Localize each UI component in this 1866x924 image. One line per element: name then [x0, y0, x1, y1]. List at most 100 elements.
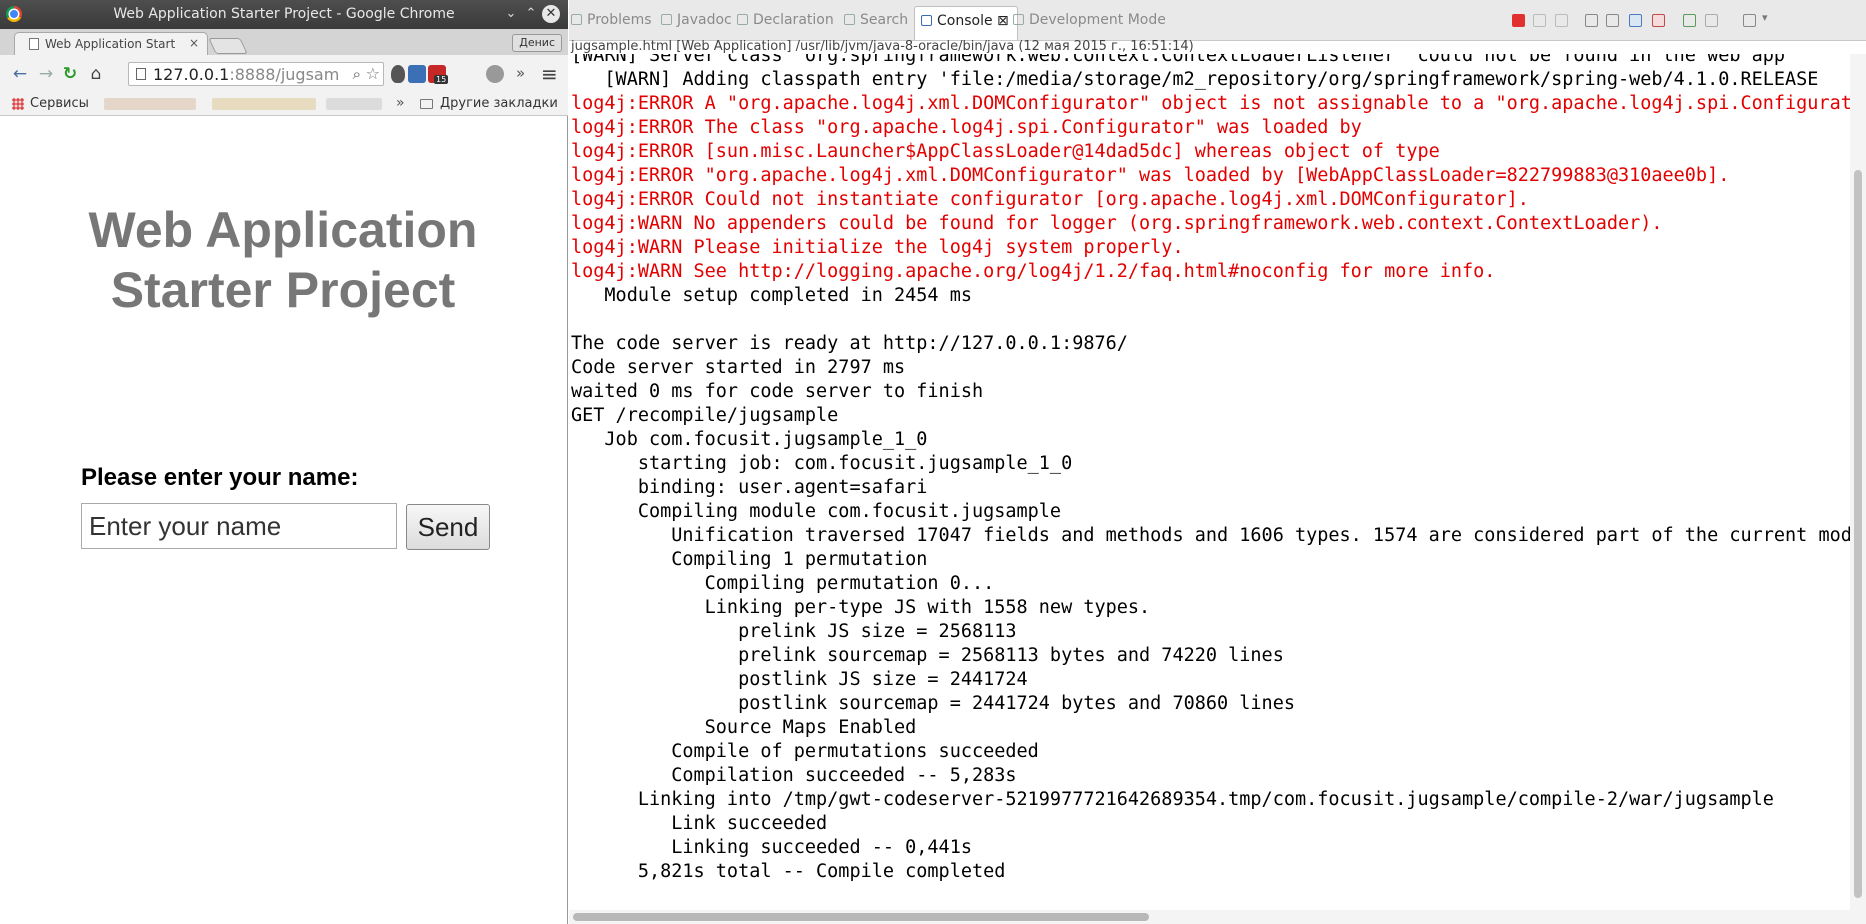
browser-window: Web Application Starter Project - Google… — [0, 0, 568, 924]
minimize-icon[interactable]: ⌄ — [502, 5, 520, 23]
tab-label: Console ⊠ — [937, 13, 1009, 29]
tab-search[interactable]: Search — [844, 12, 908, 28]
browser-tabbar: Web Application Start × Денис — [0, 29, 568, 56]
folder-icon — [420, 99, 433, 109]
chevron-down-icon[interactable]: ▾ — [1762, 11, 1768, 24]
extension-blue-icon[interactable] — [408, 65, 426, 83]
console-icon — [921, 15, 932, 26]
horizontal-scrollbar[interactable] — [569, 910, 1866, 924]
extensions-overflow-icon[interactable]: » — [516, 64, 525, 82]
reload-icon[interactable]: ↻ — [60, 64, 80, 84]
console-error-line: log4j:WARN No appenders could be found f… — [571, 213, 1663, 234]
console-line: 5,821s total -- Compile completed — [571, 861, 1006, 882]
development-mode-icon — [1013, 14, 1024, 25]
console-line: Compiling module com.focusit.jugsample — [571, 501, 1062, 522]
console-error-line: log4j:ERROR Could not instantiate config… — [571, 189, 1529, 210]
tab-declaration[interactable]: Declaration — [737, 12, 834, 28]
console-line: binding: user.agent=safari — [571, 477, 928, 498]
declaration-icon — [737, 14, 748, 25]
page-icon — [136, 68, 146, 80]
console-line: Unification traversed 17047 fields and m… — [571, 525, 1850, 546]
extension-globe-icon[interactable] — [486, 65, 504, 83]
show-on-stdout-icon[interactable] — [1629, 14, 1642, 27]
console-line: postlink JS size = 2441724 — [571, 669, 1028, 690]
window-title: Web Application Starter Project - Google… — [113, 6, 455, 22]
name-prompt-label: Please enter your name: — [81, 464, 359, 491]
maximize-icon[interactable]: ⌃ — [522, 5, 540, 23]
terminate-icon[interactable] — [1512, 14, 1525, 27]
horizontal-scrollbar-thumb[interactable] — [573, 913, 1149, 921]
console-error-line: log4j:WARN Please initialize the log4j s… — [571, 237, 1184, 258]
console-output-area[interactable]: [WARN] Server class 'org.springframework… — [569, 54, 1850, 910]
eclipse-console-view: Problems Javadoc Declaration Search Cons… — [569, 0, 1866, 924]
extension-red-icon[interactable]: 15 — [428, 65, 449, 84]
tab-close-icon[interactable]: × — [189, 36, 199, 50]
web-page: Web Application Starter Project Please e… — [0, 116, 566, 924]
forward-icon[interactable]: → — [36, 64, 56, 84]
remove-launch-icon[interactable] — [1533, 14, 1546, 27]
back-icon[interactable]: ← — [10, 64, 30, 84]
remove-all-terminated-icon[interactable] — [1555, 14, 1568, 27]
other-bookmarks[interactable]: Другие закладки — [440, 96, 558, 111]
console-line: Link succeeded — [571, 813, 828, 834]
tab-label: Problems — [587, 12, 652, 28]
scroll-lock-icon[interactable] — [1606, 14, 1619, 27]
extension-evernote-icon[interactable] — [391, 65, 405, 83]
apps-grid-icon[interactable] — [12, 98, 24, 110]
menu-icon[interactable]: ≡ — [541, 62, 558, 86]
blurred-bookmark[interactable] — [326, 98, 382, 110]
pin-console-icon[interactable] — [1683, 14, 1696, 27]
console-line: The code server is ready at http://127.0… — [571, 333, 1128, 354]
tab-label: Development Mode — [1029, 12, 1166, 28]
url-text[interactable]: 127.0.0.1:8888/jugsam — [153, 65, 343, 84]
home-icon[interactable]: ⌂ — [86, 64, 106, 84]
tab-development-mode[interactable]: Development Mode — [1013, 12, 1166, 28]
close-window-icon[interactable]: ✕ — [542, 5, 560, 23]
console-line: [WARN] Server class 'org.springframework… — [571, 54, 1786, 66]
tab-console[interactable]: Console ⊠ — [914, 6, 1018, 40]
console-line: GET /recompile/jugsample — [571, 405, 839, 426]
bookmarks-overflow-icon[interactable]: » — [396, 95, 405, 111]
console-line: prelink JS size = 2568113 — [571, 621, 1017, 642]
javadoc-icon — [661, 14, 672, 25]
console-line: Code server started in 2797 ms — [571, 357, 906, 378]
bookmark-star-icon[interactable]: ☆ — [366, 64, 380, 83]
show-on-stderr-icon[interactable] — [1652, 14, 1665, 27]
new-tab-button[interactable] — [208, 38, 248, 54]
console-line: Compiling permutation 0... — [571, 573, 995, 594]
browser-tab[interactable]: Web Application Start × — [14, 32, 208, 55]
tab-label: Declaration — [753, 12, 834, 28]
send-button[interactable]: Send — [406, 504, 490, 550]
vertical-scrollbar-thumb[interactable] — [1854, 170, 1862, 898]
zoom-icon[interactable]: ⌕ — [353, 65, 361, 83]
blurred-bookmark[interactable] — [212, 98, 316, 110]
problems-icon — [571, 14, 582, 25]
search-icon — [844, 14, 855, 25]
console-line: Job com.focusit.jugsample_1_0 — [571, 429, 928, 450]
name-input[interactable] — [81, 503, 397, 549]
tab-label: Search — [860, 12, 909, 28]
console-line: Compilation succeeded -- 5,283s — [571, 765, 1017, 786]
page-icon — [29, 38, 39, 50]
console-line: waited 0 ms for code server to finish — [571, 381, 984, 402]
console-line: Compile of permutations succeeded — [571, 741, 1039, 762]
clear-console-icon[interactable] — [1585, 14, 1598, 27]
console-line: Linking per-type JS with 1558 new types. — [571, 597, 1151, 618]
tab-javadoc[interactable]: Javadoc — [661, 12, 732, 28]
open-console-icon[interactable] — [1743, 14, 1756, 27]
extension-badge: 15 — [434, 75, 449, 84]
browser-titlebar: Web Application Starter Project - Google… — [0, 0, 568, 29]
tab-problems[interactable]: Problems — [571, 12, 652, 28]
apps-bookmark[interactable]: Сервисы — [30, 96, 89, 111]
console-line: Module setup completed in 2454 ms — [571, 285, 972, 306]
console-line: prelink sourcemap = 2568113 bytes and 74… — [571, 645, 1284, 666]
address-bar[interactable]: 127.0.0.1:8888/jugsam ⌕ ☆ — [128, 62, 384, 86]
console-line: [WARN] Adding classpath entry 'file:/med… — [571, 69, 1819, 90]
display-console-icon[interactable] — [1705, 14, 1718, 27]
blurred-bookmark[interactable] — [104, 98, 196, 110]
console-line: starting job: com.focusit.jugsample_1_0 — [571, 453, 1073, 474]
profile-button[interactable]: Денис — [512, 34, 562, 52]
vertical-scrollbar[interactable] — [1850, 54, 1866, 910]
url-path: :8888/jugsam — [229, 65, 340, 84]
